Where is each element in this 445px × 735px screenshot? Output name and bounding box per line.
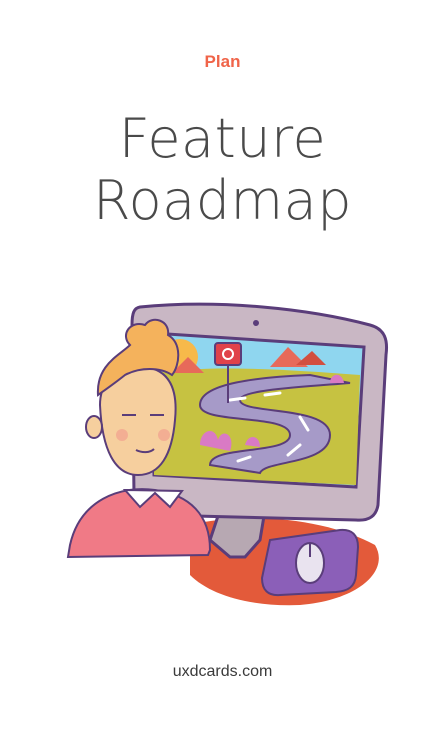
card-title-line-1: Feature [118, 107, 327, 170]
card-footer-url: uxdcards.com [172, 663, 273, 680]
person-ear [85, 415, 103, 439]
card-category: Plan [204, 52, 241, 71]
card-title-line-2: Roadmap [93, 169, 352, 232]
card-title: Feature Roadmap [0, 108, 445, 232]
roadmap-illustration [66, 302, 389, 606]
person-cheek [158, 429, 170, 441]
person-cheek [116, 429, 128, 441]
monitor-camera [253, 320, 259, 326]
map-pin-icon [214, 342, 242, 366]
card: Plan Feature Roadmap uxdcards.com [0, 0, 445, 735]
